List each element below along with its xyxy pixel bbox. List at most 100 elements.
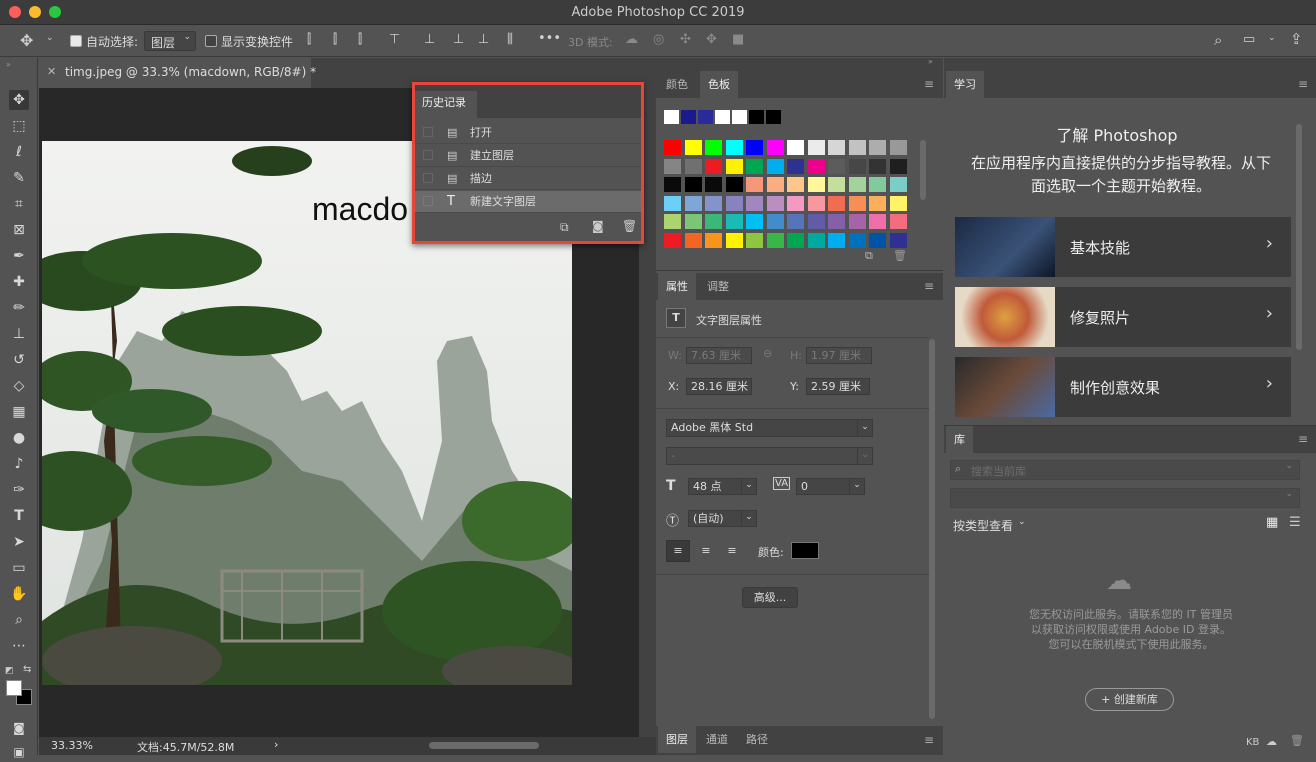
share-icon[interactable]: ⇪ [1290,30,1303,48]
color-swatch[interactable] [664,140,681,155]
color-swatch[interactable] [746,140,763,155]
dodge-tool-icon[interactable]: ♪ [9,454,29,474]
hand-tool-icon[interactable]: ✋ [9,584,29,604]
color-swatch[interactable] [869,177,886,192]
color-swatch[interactable] [787,140,804,155]
chevron-down-icon[interactable]: ⌄ [1018,517,1026,527]
align-center-text-icon[interactable]: ≡ [694,541,718,561]
chevron-down-icon[interactable]: ⌄ [741,478,757,495]
edit-toolbar-icon[interactable]: ⋯ [9,636,29,656]
align-left-icon[interactable]: ⫿ [307,32,311,47]
collapse-icon[interactable]: » [928,57,933,66]
chevron-down-icon[interactable]: ⌄ [857,419,873,437]
chevron-down-icon[interactable]: ⌄ [1268,33,1276,43]
panel-menu-icon[interactable]: ≡ [1298,432,1308,446]
color-swatch[interactable] [848,158,866,174]
color-swatch[interactable] [705,232,722,248]
swap-colors-icon[interactable]: ⇆ [23,664,31,675]
color-swatch[interactable] [807,232,825,248]
learn-scrollbar[interactable] [1296,124,1302,350]
properties-scrollbar[interactable] [929,339,935,719]
color-swatch[interactable] [664,177,681,192]
color-swatch[interactable] [787,195,804,211]
chevron-down-icon[interactable]: ⌄ [849,478,865,495]
align-bottom-icon[interactable]: ⊥ [453,32,464,47]
tab-properties[interactable]: 属性 [658,273,696,300]
width-field[interactable]: 7.63 厘米 [686,347,752,364]
color-swatch[interactable] [766,232,784,248]
recent-swatch[interactable] [664,110,679,124]
recent-swatch[interactable] [732,110,747,124]
quick-select-tool-icon[interactable]: ✎ [9,168,29,188]
color-swatch[interactable] [746,195,763,211]
color-swatch[interactable] [848,140,866,155]
panel-menu-icon[interactable]: ≡ [924,733,934,747]
color-swatch[interactable] [766,140,784,155]
gradient-tool-icon[interactable]: ▦ [9,402,29,422]
color-swatch[interactable] [787,232,804,248]
tab-learn[interactable]: 学习 [946,71,984,98]
distribute-horizontal-icon[interactable]: ⫼ [507,32,513,47]
move-tool-icon[interactable]: ✥ [20,31,33,50]
healing-brush-tool-icon[interactable]: ✚ [9,272,29,292]
color-swatch[interactable] [869,140,886,155]
color-swatch[interactable] [684,140,702,155]
leading-field[interactable]: (自动) [688,510,742,527]
path-select-tool-icon[interactable]: ➤ [9,532,29,552]
panel-menu-icon[interactable]: ≡ [924,77,934,91]
link-icon[interactable]: ⊖ [763,347,772,360]
screen-mode-icon[interactable]: ▣ [9,742,29,762]
brush-tool-icon[interactable]: ✏ [9,298,29,318]
color-swatch[interactable] [766,214,784,229]
color-swatch[interactable] [828,140,845,155]
list-view-icon[interactable]: ☰ [1289,515,1301,530]
learn-card-basic-skills[interactable]: 基本技能 › [955,217,1291,277]
panel-menu-icon[interactable]: ≡ [1298,77,1308,91]
swatches-scrollbar[interactable] [920,140,926,200]
color-swatch[interactable] [664,232,681,248]
tab-swatches[interactable]: 色板 [700,71,738,98]
crop-tool-icon[interactable]: ⌗ [9,194,29,214]
chevron-down-icon[interactable]: ⌄ [857,447,873,465]
align-right-text-icon[interactable]: ≡ [720,541,744,561]
color-swatch[interactable] [807,195,825,211]
library-select[interactable]: ⌄ [950,488,1300,508]
font-size-field[interactable]: 48 点 [688,478,742,495]
color-swatch[interactable] [725,195,743,211]
learn-card-creative-effects[interactable]: 制作创意效果 › [955,357,1291,417]
color-swatch[interactable] [746,214,763,229]
tab-channels[interactable]: 通道 [698,726,736,753]
color-swatch[interactable] [684,177,702,192]
color-swatch[interactable] [889,158,907,174]
color-swatch[interactable] [828,232,845,248]
color-swatch[interactable] [869,158,886,174]
color-swatch[interactable] [766,158,784,174]
color-swatch[interactable] [848,214,866,229]
color-swatch[interactable] [828,158,845,174]
tracking-field[interactable]: 0 [796,478,850,495]
color-swatch[interactable] [787,177,804,192]
move-tool-icon[interactable]: ✥ [9,90,29,110]
color-swatch[interactable] [807,158,825,174]
create-library-button[interactable]: + 创建新库 [1085,688,1174,711]
align-right-icon[interactable]: ⫿ [358,32,362,47]
color-swatch[interactable] [889,232,907,248]
color-swatch[interactable] [725,177,743,192]
foreground-color-swatch[interactable] [6,680,22,696]
eyedropper-tool-icon[interactable]: ✒ [9,246,29,266]
tab-library[interactable]: 库 [946,426,973,453]
color-swatch[interactable] [889,140,907,155]
3d-pan-icon[interactable]: ✣ [680,32,691,47]
color-swatch[interactable] [787,214,804,229]
color-swatch[interactable] [889,177,907,192]
color-swatch[interactable] [725,158,743,174]
3d-slide-icon[interactable]: ✥ [706,32,717,47]
3d-roll-icon[interactable]: ◎ [653,32,664,47]
color-swatch[interactable] [807,214,825,229]
show-transform-checkbox[interactable] [205,35,217,47]
library-search-input[interactable]: ⌕ 搜索当前库 ⌄ [950,460,1300,480]
color-swatch[interactable] [684,195,702,211]
rectangle-tool-icon[interactable]: ▭ [9,558,29,578]
default-colors-icon[interactable]: ◩ [5,666,14,676]
panel-menu-icon[interactable]: ≡ [924,279,934,293]
